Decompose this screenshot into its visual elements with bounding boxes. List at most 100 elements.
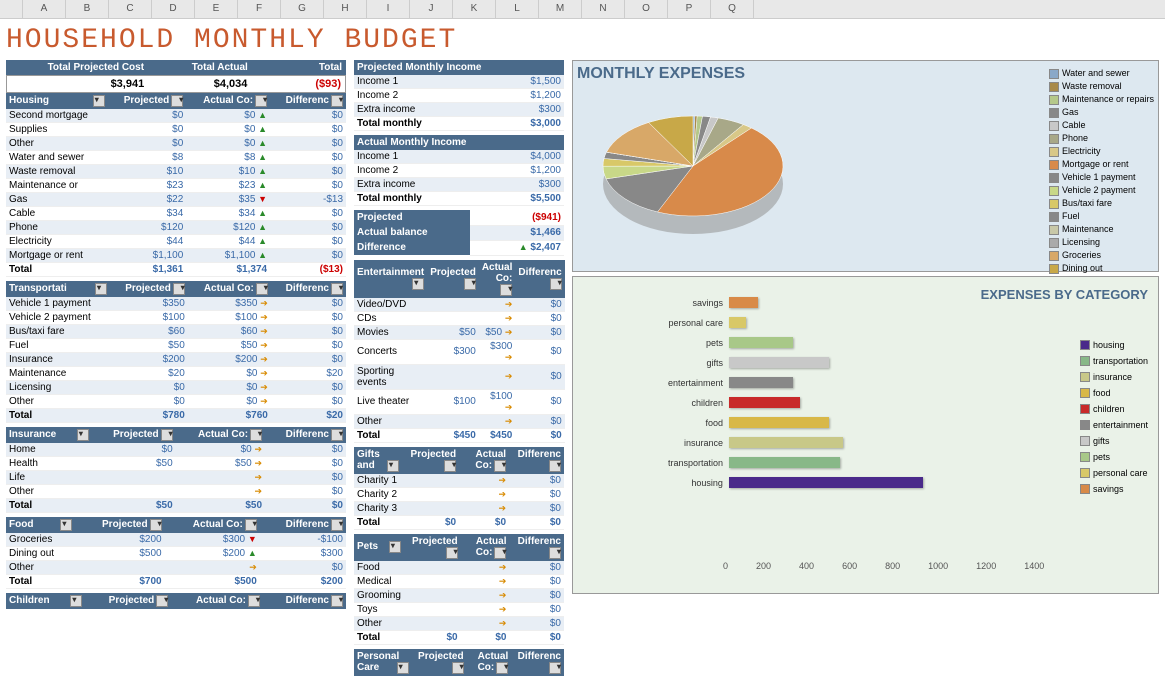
filter-dropdown[interactable] (412, 278, 424, 290)
filter-dropdown[interactable] (95, 283, 107, 295)
filter-dropdown[interactable] (500, 284, 512, 296)
table-row: Income 2$1,200 (354, 89, 564, 103)
filter-dropdown[interactable] (156, 595, 168, 607)
table-row[interactable]: Video/DVD ➔$0 (354, 298, 565, 312)
table-row[interactable]: Life ➔$0 (6, 471, 346, 485)
table-row[interactable]: Fuel$50$50 ➔$0 (6, 339, 346, 353)
table-row[interactable]: Mortgage or rent$1,100$1,100 ▲$0 (6, 249, 346, 263)
summary-values: $3,941 $4,034 ($93) (6, 75, 346, 93)
table-row[interactable]: Other$0$0 ➔$0 (6, 395, 346, 409)
table-row[interactable]: Phone$120$120 ▲$0 (6, 221, 346, 235)
bar-row: insurance (643, 437, 923, 448)
table-row[interactable]: Insurance$200$200 ➔$0 (6, 353, 346, 367)
filter-dropdown[interactable] (549, 460, 561, 472)
filter-dropdown[interactable] (248, 595, 260, 607)
filter-dropdown[interactable] (387, 460, 399, 472)
legend-item: Cable (1049, 119, 1154, 132)
table-row[interactable]: Cable$34$34 ▲$0 (6, 207, 346, 221)
filter-dropdown[interactable] (255, 95, 267, 107)
table-row[interactable]: Grooming ➔$0 (354, 588, 564, 602)
filter-dropdown[interactable] (494, 460, 506, 472)
table-row[interactable]: Waste removal$10$10 ▲$0 (6, 165, 346, 179)
filter-dropdown[interactable] (494, 547, 506, 559)
filter-dropdown[interactable] (331, 519, 343, 531)
table-row[interactable]: Supplies$0$0 ▲$0 (6, 123, 346, 137)
table-row[interactable]: Concerts$300$300 ➔$0 (354, 339, 565, 364)
table-row[interactable]: Movies$50$50 ➔$0 (354, 325, 565, 339)
table-row[interactable]: Other$0$0 ▲$0 (6, 137, 346, 151)
legend-item: Maintenance (1049, 223, 1154, 236)
bar-row: personal care (643, 317, 923, 328)
table-row[interactable]: Other ➔$0 (354, 414, 565, 428)
filter-dropdown[interactable] (77, 429, 89, 441)
filter-dropdown[interactable] (389, 541, 401, 553)
table-row[interactable]: Sporting events ➔$0 (354, 364, 565, 389)
table-row[interactable]: Live theater$100$100 ➔$0 (354, 389, 565, 414)
table-row[interactable]: Other ➔$0 (6, 561, 346, 575)
section-Insurance: InsuranceProjectedActual Co:DifferencHom… (6, 427, 346, 513)
table-row[interactable]: Medical ➔$0 (354, 574, 564, 588)
filter-dropdown[interactable] (70, 595, 82, 607)
table-row[interactable]: Health$50$50 ➔$0 (6, 457, 346, 471)
filter-dropdown[interactable] (331, 429, 343, 441)
table-row[interactable]: Groceries$200$300 ▼-$100 (6, 533, 346, 547)
legend-item: Groceries (1049, 249, 1154, 262)
table-row[interactable]: Licensing$0$0 ➔$0 (6, 381, 346, 395)
filter-dropdown[interactable] (161, 429, 173, 441)
table-row[interactable]: Home$0$0 ➔$0 (6, 443, 346, 457)
bar-row: pets (643, 337, 923, 348)
table-row[interactable]: Vehicle 1 payment$350$350 ➔$0 (6, 297, 346, 311)
legend-item: children (1080, 401, 1148, 417)
table-row: Income 2$1,200 (354, 164, 564, 178)
table-row[interactable]: Toys ➔$0 (354, 602, 564, 616)
filter-dropdown[interactable] (464, 278, 476, 290)
table-row[interactable]: CDs ➔$0 (354, 311, 565, 325)
table-row[interactable]: Food ➔$0 (354, 561, 564, 575)
bar-row: transportation (643, 457, 923, 468)
filter-dropdown[interactable] (549, 547, 561, 559)
table-row[interactable]: Water and sewer$8$8 ▲$0 (6, 151, 346, 165)
filter-dropdown[interactable] (549, 662, 561, 674)
bar-row: children (643, 397, 923, 408)
filter-dropdown[interactable] (496, 662, 508, 674)
legend-item: Licensing (1049, 236, 1154, 249)
filter-dropdown[interactable] (171, 95, 183, 107)
filter-dropdown[interactable] (550, 278, 562, 290)
filter-dropdown[interactable] (150, 519, 162, 531)
filter-dropdown[interactable] (452, 662, 464, 674)
filter-dropdown[interactable] (331, 95, 343, 107)
filter-dropdown[interactable] (245, 519, 257, 531)
filter-dropdown[interactable] (60, 519, 72, 531)
bar-row: gifts (643, 357, 923, 368)
table-row[interactable]: Bus/taxi fare$60$60 ➔$0 (6, 325, 346, 339)
table-row[interactable]: Gas$22$35 ▼-$13 (6, 193, 346, 207)
table-row[interactable]: Charity 1 ➔$0 (354, 474, 564, 488)
table-row[interactable]: Other ➔$0 (354, 616, 564, 630)
filter-dropdown[interactable] (93, 95, 105, 107)
legend-item: insurance (1080, 369, 1148, 385)
table-row[interactable]: Dining out$500$200 ▲$300 (6, 547, 346, 561)
table-row[interactable]: Second mortgage$0$0 ▲$0 (6, 109, 346, 123)
table-row: Actual balance$1,466 (354, 225, 564, 240)
filter-dropdown[interactable] (397, 662, 409, 674)
section-Housing: HousingProjectedActual Co:DifferencSecon… (6, 93, 346, 277)
table-row[interactable]: Maintenance or$23$23 ▲$0 (6, 179, 346, 193)
table-row[interactable]: Maintenance$20$0 ➔$20 (6, 367, 346, 381)
table-row: Total monthly$3,000 (354, 117, 564, 131)
table-row[interactable]: Vehicle 2 payment$100$100 ➔$0 (6, 311, 346, 325)
filter-dropdown[interactable] (173, 283, 185, 295)
filter-dropdown[interactable] (331, 595, 343, 607)
table-row[interactable]: Charity 3 ➔$0 (354, 501, 564, 515)
bar-row: food (643, 417, 923, 428)
section-Gifts and: Gifts andProjectedActual Co:DifferencCha… (354, 447, 564, 530)
section-Food: FoodProjectedActual Co:DifferencGrocerie… (6, 517, 346, 589)
section-Pets: PetsProjectedActual Co:DifferencFood ➔$0… (354, 534, 564, 645)
filter-dropdown[interactable] (446, 547, 458, 559)
filter-dropdown[interactable] (444, 460, 456, 472)
filter-dropdown[interactable] (256, 283, 268, 295)
filter-dropdown[interactable] (250, 429, 262, 441)
table-row[interactable]: Charity 2 ➔$0 (354, 487, 564, 501)
filter-dropdown[interactable] (331, 283, 343, 295)
table-row[interactable]: Other ➔$0 (6, 485, 346, 499)
table-row[interactable]: Electricity$44$44 ▲$0 (6, 235, 346, 249)
